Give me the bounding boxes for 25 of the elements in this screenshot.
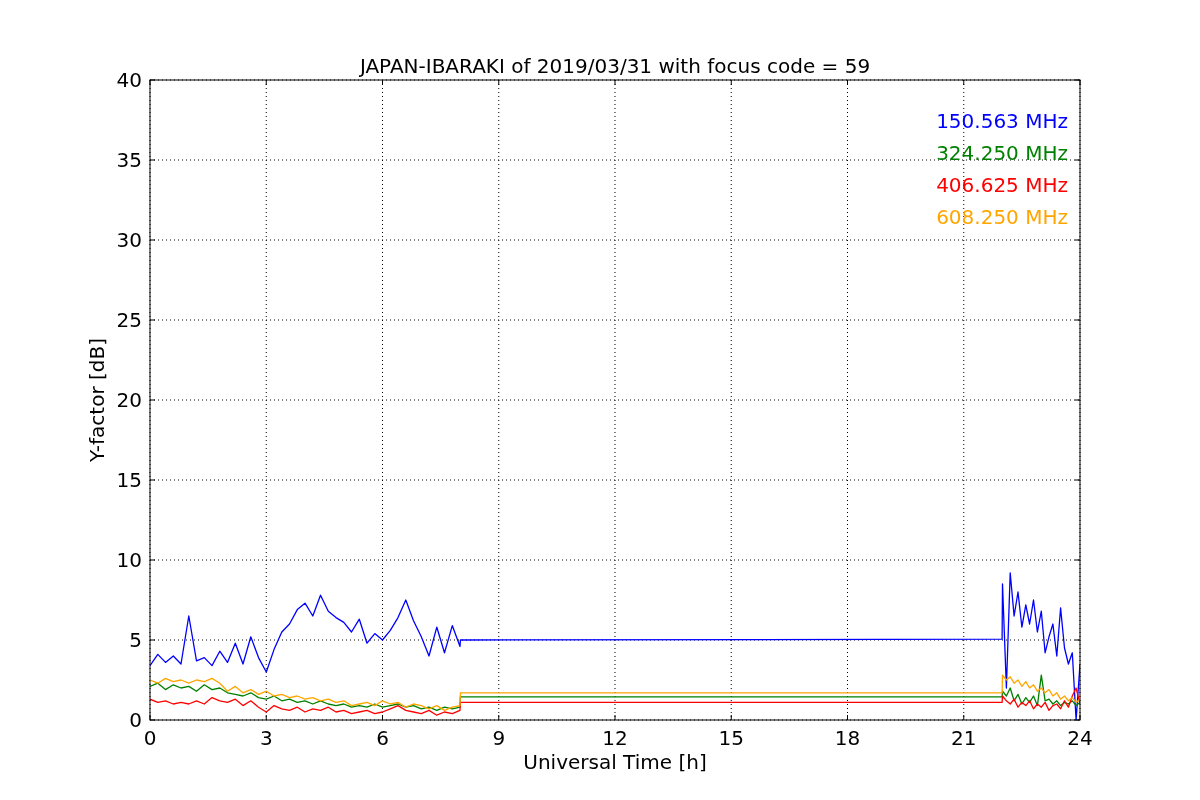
tick-label: 30 — [116, 228, 142, 252]
tick-label: 21 — [951, 726, 977, 750]
tick-label: 40 — [116, 68, 142, 92]
tick-label: 5 — [129, 628, 142, 652]
tick-label: 0 — [129, 708, 142, 732]
axis-label: Y-factor [dB] — [85, 338, 109, 462]
tick-label: 3 — [259, 726, 273, 750]
tick-label: 25 — [116, 308, 142, 332]
tick-label: 20 — [116, 388, 142, 412]
tick-label: 24 — [1067, 726, 1093, 750]
chart-title: JAPAN-IBARAKI of 2019/03/31 with focus code = 59 — [359, 54, 871, 78]
tick-label: 12 — [602, 726, 628, 750]
tick-label: 15 — [718, 726, 744, 750]
tick-label: 35 — [116, 148, 142, 172]
tick-label: 10 — [116, 548, 142, 572]
axis-label: Universal Time [h] — [523, 750, 707, 774]
tick-label: 15 — [116, 468, 142, 492]
legend-label: 150.563 MHz — [936, 109, 1068, 133]
tick-label: 0 — [143, 726, 157, 750]
legend-label: 608.250 MHz — [936, 205, 1068, 229]
legend-label: 324.250 MHz — [936, 141, 1068, 165]
tick-label: 9 — [492, 726, 506, 750]
tick-label: 6 — [376, 726, 389, 750]
legend-label: 406.625 MHz — [936, 173, 1068, 197]
tick-label: 18 — [834, 726, 861, 750]
